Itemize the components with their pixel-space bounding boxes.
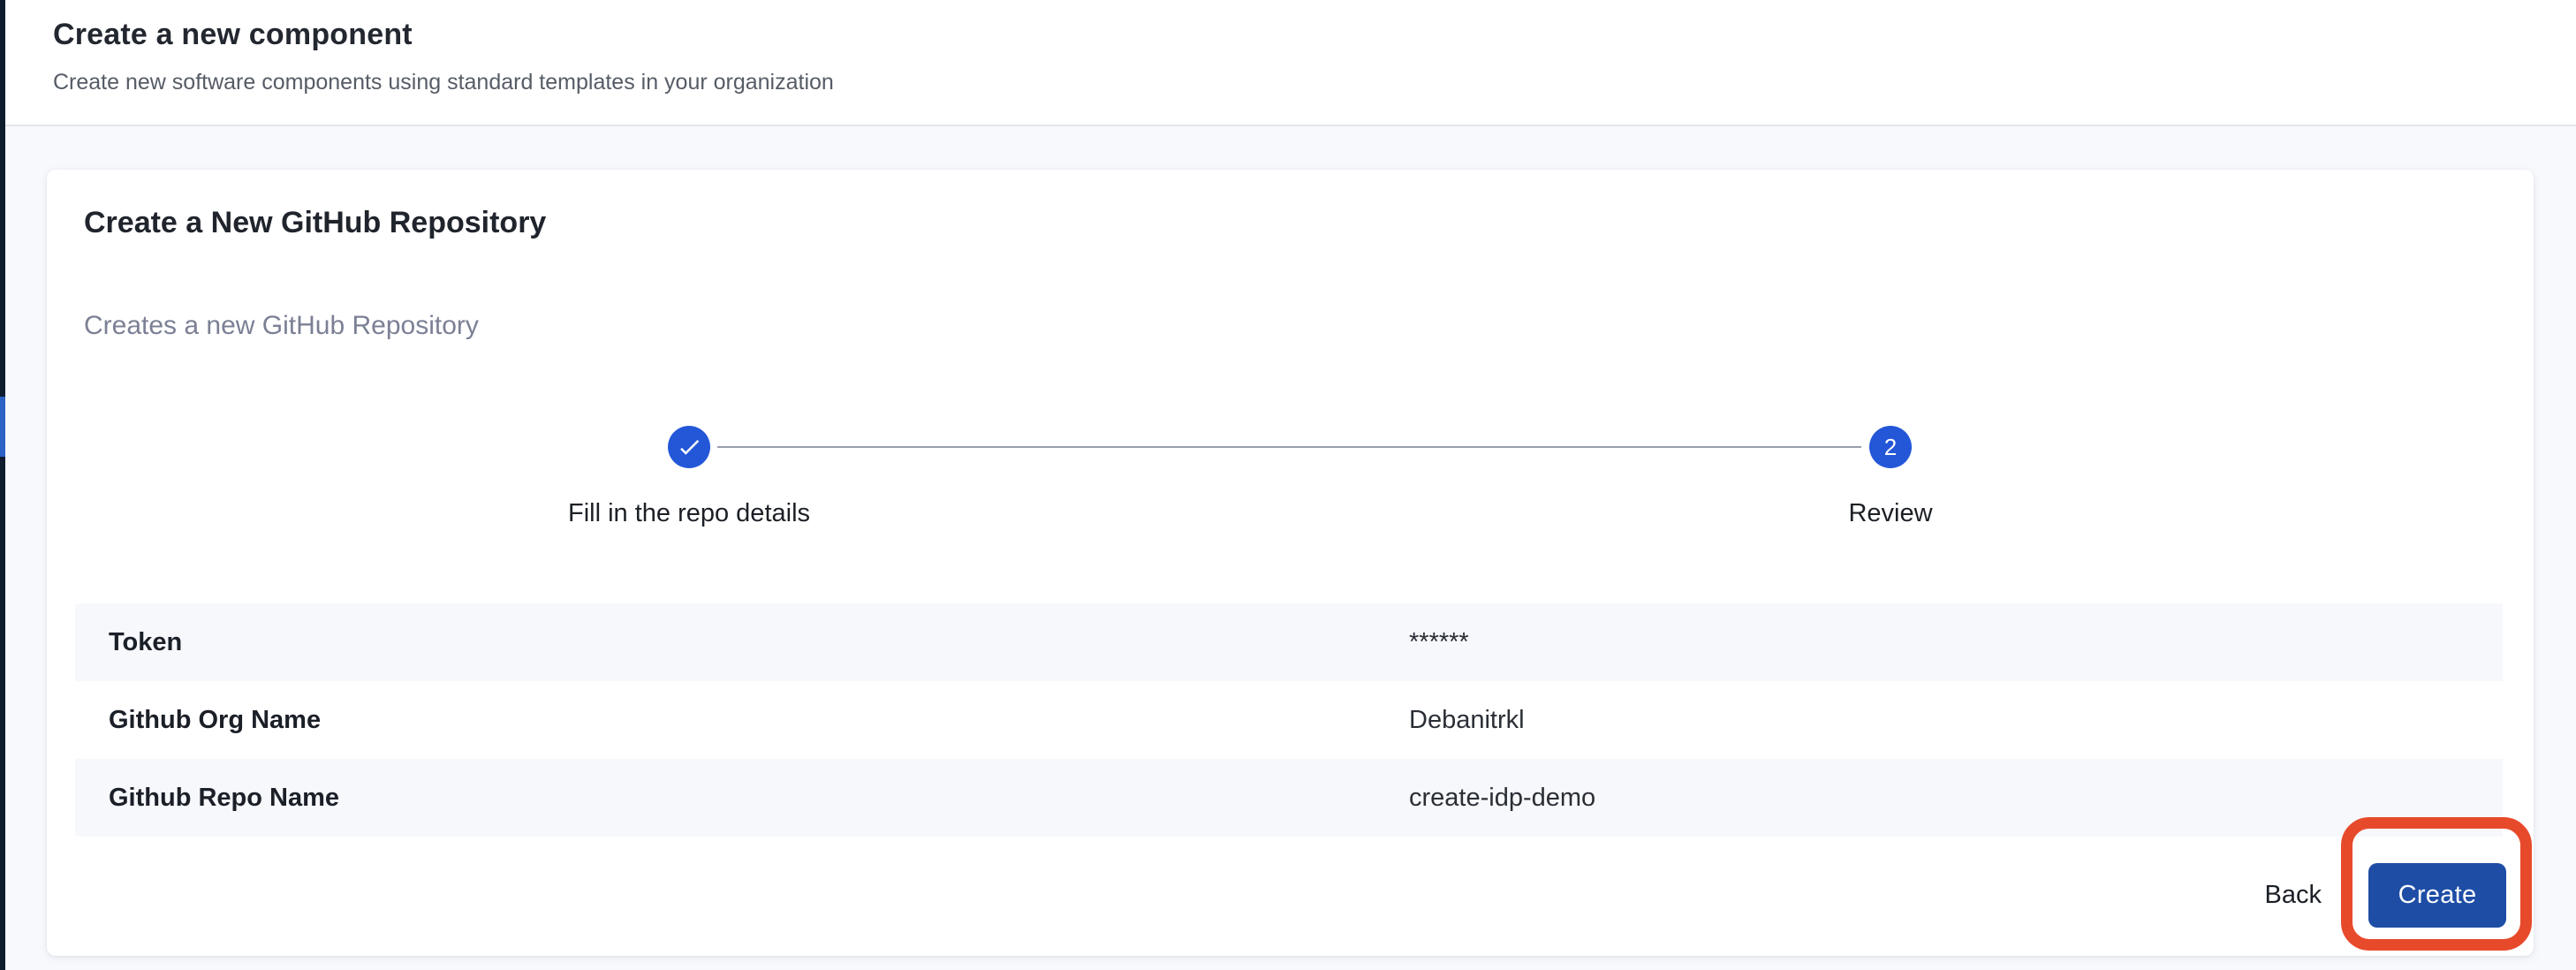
app-root: Create a new component Create new softwa… bbox=[0, 0, 2576, 970]
review-table: Token ****** Github Org Name Debanitrkl … bbox=[75, 603, 2503, 837]
collapsed-sidebar-strip[interactable] bbox=[0, 0, 5, 970]
row-value: create-idp-demo bbox=[1409, 784, 2503, 813]
sidebar-active-indicator bbox=[0, 397, 5, 457]
step-completed-check-icon bbox=[668, 426, 710, 468]
stepper-connector bbox=[717, 446, 1861, 448]
step-label: Fill in the repo details bbox=[380, 496, 998, 530]
row-label: Token bbox=[75, 628, 1409, 657]
card-actions: Back Create bbox=[2260, 863, 2506, 928]
step-label: Review bbox=[1581, 496, 2200, 530]
page-title: Create a new component bbox=[53, 14, 2576, 55]
step-number: 2 bbox=[1884, 434, 1897, 461]
table-row-token: Token ****** bbox=[75, 603, 2503, 681]
row-value: ****** bbox=[1409, 628, 2503, 657]
page-header: Create a new component Create new softwa… bbox=[5, 0, 2576, 126]
step-number-icon: 2 bbox=[1869, 426, 1912, 468]
template-card: Create a New GitHub Repository Creates a… bbox=[47, 170, 2534, 956]
card-subtitle: Creates a new GitHub Repository bbox=[84, 307, 479, 345]
create-button[interactable]: Create bbox=[2368, 863, 2506, 928]
row-value: Debanitrkl bbox=[1409, 706, 2503, 735]
table-row-github-org-name: Github Org Name Debanitrkl bbox=[75, 681, 2503, 759]
table-row-github-repo-name: Github Repo Name create-idp-demo bbox=[75, 759, 2503, 837]
row-label: Github Org Name bbox=[75, 706, 1409, 735]
back-button[interactable]: Back bbox=[2260, 881, 2327, 910]
card-title: Create a New GitHub Repository bbox=[84, 201, 546, 244]
page-subtitle: Create new software components using sta… bbox=[53, 67, 2576, 97]
row-label: Github Repo Name bbox=[75, 784, 1409, 813]
